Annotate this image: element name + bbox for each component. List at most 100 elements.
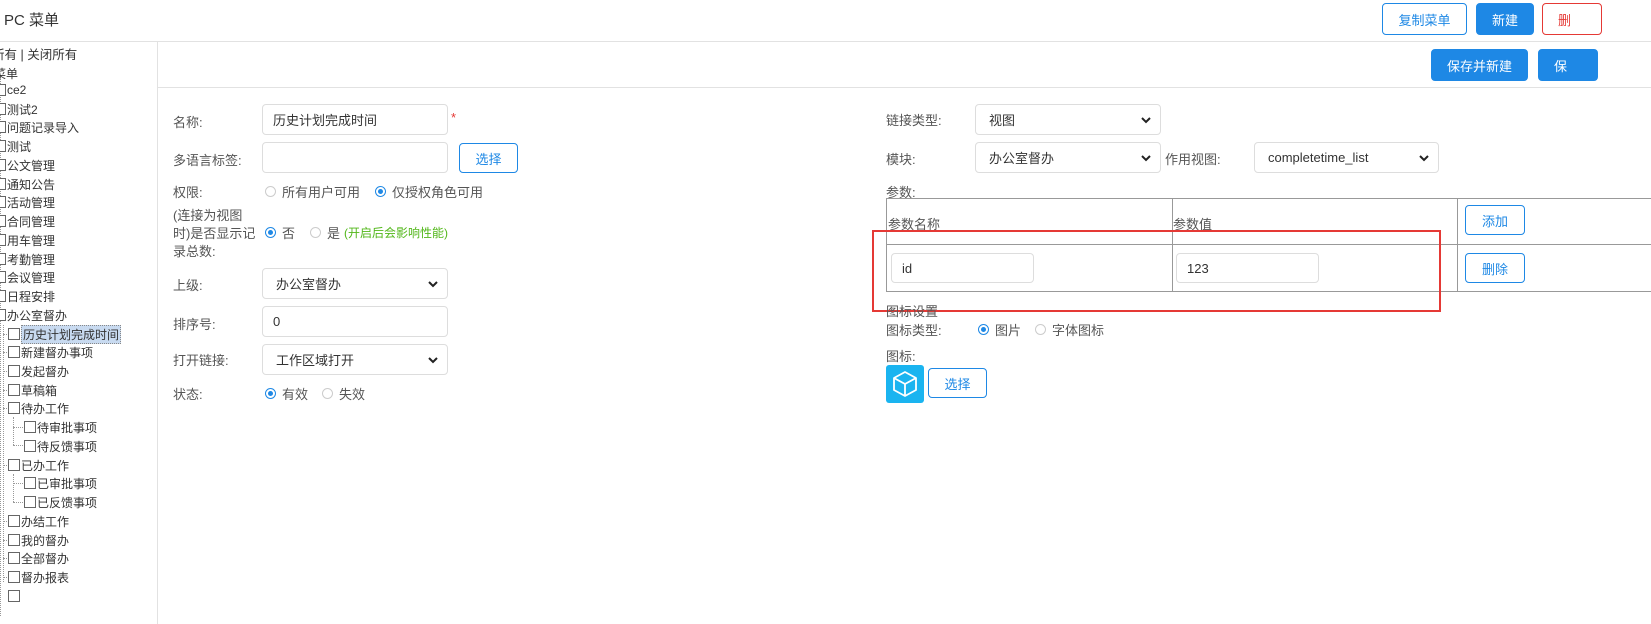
tree-item-todo-feedback[interactable]: 待反馈事项	[24, 437, 97, 455]
tree-item-meeting[interactable]: 会议管理	[0, 268, 55, 286]
status-label: 状态:	[173, 387, 203, 402]
tree-item-todo[interactable]: 待办工作	[8, 399, 69, 417]
tree-checkbox[interactable]	[0, 84, 6, 96]
tree-item-schedule[interactable]: 日程安排	[0, 287, 55, 305]
new-button[interactable]: 新建	[1476, 3, 1534, 35]
icon-type-image-radio[interactable]: 图片	[978, 320, 1021, 339]
tree-checkbox[interactable]	[8, 328, 20, 340]
tree-item-done-feedback[interactable]: 已反馈事项	[24, 493, 97, 511]
tree-checkbox[interactable]	[0, 121, 6, 133]
tree-checkbox[interactable]	[8, 365, 20, 377]
form-toolbar: 保存并新建 保	[158, 42, 1651, 88]
i18n-input[interactable]	[262, 142, 448, 173]
tree-item-issue-import[interactable]: 问题记录导入	[0, 118, 79, 136]
tree-item-office-supervision[interactable]: 办公室督办	[0, 306, 67, 324]
order-label: 排序号:	[173, 317, 216, 332]
chevron-down-icon	[1419, 155, 1429, 162]
delete-button[interactable]: 删	[1542, 3, 1602, 35]
tree-checkbox[interactable]	[0, 290, 6, 302]
show-count-yes-radio[interactable]: 是	[310, 223, 340, 242]
chevron-down-icon	[428, 281, 438, 288]
tree-checkbox[interactable]	[0, 234, 6, 246]
tree-item-all[interactable]: 全部督办	[8, 549, 69, 567]
tree-item-launch[interactable]: 发起督办	[8, 362, 69, 380]
copy-menu-button[interactable]: 复制菜单	[1382, 3, 1467, 35]
chevron-down-icon	[1141, 117, 1151, 124]
tree-item-done[interactable]: 已办工作	[8, 456, 69, 474]
tree-checkbox[interactable]	[8, 590, 20, 602]
icon-type-font-radio[interactable]: 字体图标	[1035, 320, 1104, 339]
open-link-select[interactable]: 工作区域打开	[262, 344, 448, 375]
save-and-new-button[interactable]: 保存并新建	[1431, 49, 1528, 81]
show-count-no-radio[interactable]: 否	[265, 223, 295, 242]
view-select[interactable]: completetime_list	[1254, 142, 1439, 173]
tree-item-ce2[interactable]: ce2	[0, 81, 26, 99]
i18n-select-button[interactable]: 选择	[459, 143, 518, 173]
tree-checkbox[interactable]	[0, 103, 6, 115]
tree-checkbox[interactable]	[0, 196, 6, 208]
tree-item-contract[interactable]: 合同管理	[0, 212, 55, 230]
name-input[interactable]: 历史计划完成时间	[262, 104, 448, 135]
tree-checkbox[interactable]	[8, 515, 20, 527]
tree-checkbox[interactable]	[8, 346, 20, 358]
tree-checkbox[interactable]	[8, 534, 20, 546]
tree-item-done-approve[interactable]: 已审批事项	[24, 474, 97, 492]
tree-checkbox[interactable]	[0, 140, 6, 152]
tree-item-test2[interactable]: 测试2	[0, 100, 38, 118]
tree-item-history-plan[interactable]: 历史计划完成时间	[8, 324, 122, 344]
link-type-select[interactable]: 视图	[975, 104, 1161, 135]
tree-item-mine[interactable]: 我的督办	[8, 531, 69, 549]
tree-checkbox[interactable]	[0, 309, 6, 321]
permission-all-radio[interactable]: 所有用户可用	[265, 182, 360, 201]
tree-item-new-task[interactable]: 新建督办事项	[8, 343, 93, 361]
tree-checkbox[interactable]	[0, 253, 6, 265]
save-button[interactable]: 保	[1538, 49, 1598, 81]
page-title: PC 菜单	[4, 12, 60, 29]
tree-item-test[interactable]: 测试	[0, 137, 31, 155]
performance-hint: (开启后会影响性能)	[344, 226, 448, 240]
tree-root[interactable]: 菜单	[0, 64, 18, 82]
menu-tree-sidebar: 所有 | 关闭所有 菜单 ce2 测试2 问题记录导入 测试 公文管理 通知公告…	[0, 42, 158, 624]
module-select[interactable]: 办公室督办	[975, 142, 1161, 173]
status-invalid-radio[interactable]: 失效	[322, 384, 365, 403]
tree-checkbox[interactable]	[8, 384, 20, 396]
status-valid-radio[interactable]: 有效	[265, 384, 308, 403]
tree-checkbox[interactable]	[0, 215, 6, 227]
add-param-button[interactable]: 添加	[1465, 205, 1525, 235]
i18n-label: 多语言标签:	[173, 153, 242, 168]
chevron-down-icon	[428, 357, 438, 364]
tree-checkbox[interactable]	[24, 496, 36, 508]
icon-select-button[interactable]: 选择	[928, 368, 987, 398]
permission-auth-radio[interactable]: 仅授权角色可用	[375, 182, 483, 201]
tree-item-report[interactable]: 督办报表	[8, 568, 69, 586]
cube-icon	[886, 365, 924, 403]
tree-checkbox[interactable]	[8, 571, 20, 583]
tree-item-vehicle[interactable]: 用车管理	[0, 231, 55, 249]
parent-select[interactable]: 办公室督办	[262, 268, 448, 299]
tree-checkbox[interactable]	[0, 159, 6, 171]
tree-checkbox[interactable]	[8, 552, 20, 564]
tree-checkbox[interactable]	[8, 402, 20, 414]
tree-checkbox[interactable]	[0, 178, 6, 190]
tree-item-notice[interactable]: 通知公告	[0, 175, 55, 193]
required-mark: *	[451, 110, 457, 125]
tree-checkbox[interactable]	[0, 271, 6, 283]
tree-item-activity[interactable]: 活动管理	[0, 193, 55, 211]
order-input[interactable]: 0	[262, 306, 448, 337]
parent-label: 上级:	[173, 278, 203, 293]
module-label: 模块:	[886, 152, 916, 167]
icon-label: 图标:	[886, 349, 916, 364]
tree-item-draft[interactable]: 草稿箱	[8, 381, 57, 399]
tree-checkbox[interactable]	[8, 459, 20, 471]
tree-checkbox[interactable]	[24, 421, 36, 433]
open-link-label: 打开链接:	[173, 353, 229, 368]
tree-checkbox[interactable]	[24, 440, 36, 452]
tree-item-document[interactable]: 公文管理	[0, 156, 55, 174]
tree-checkbox[interactable]	[24, 477, 36, 489]
tree-item-todo-approve[interactable]: 待审批事项	[24, 418, 97, 436]
tree-item-finished[interactable]: 办结工作	[8, 512, 69, 530]
tree-item-attendance[interactable]: 考勤管理	[0, 250, 55, 268]
tree-item-partial[interactable]	[8, 587, 21, 605]
expand-collapse-all[interactable]: 所有 | 关闭所有	[0, 44, 77, 63]
delete-param-button[interactable]: 删除	[1465, 253, 1525, 283]
